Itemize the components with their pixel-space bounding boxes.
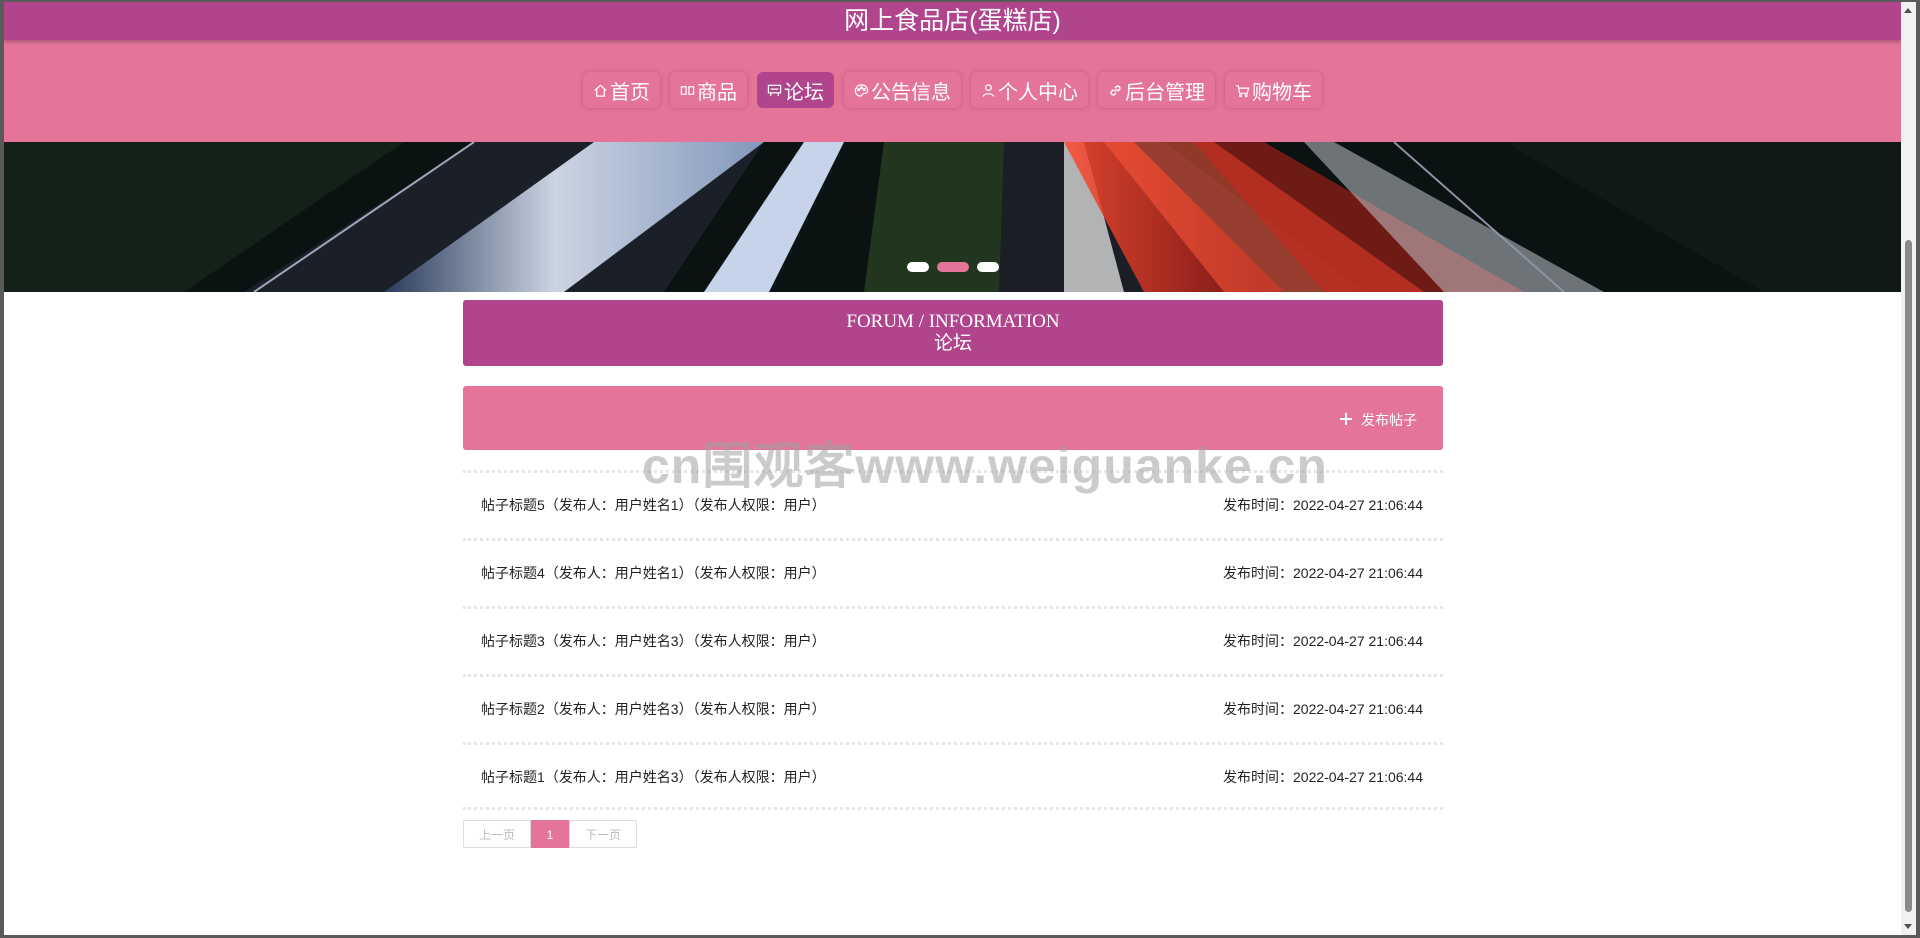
post-time: 发布时间：2022-04-27 21:06:44 (1223, 497, 1423, 513)
site-title: 网上食品店(蛋糕店) (4, 2, 1901, 40)
goods-icon (680, 83, 695, 98)
nav-item-label: 论坛 (784, 81, 824, 104)
scroll-up-icon[interactable] (1904, 8, 1912, 13)
new-post-label: 发布帖子 (1361, 412, 1417, 428)
post-time: 发布时间：2022-04-27 21:06:44 (1223, 769, 1423, 785)
nav-item-home[interactable]: 首页 (583, 72, 660, 108)
pagination: 上一页 1 下一页 (463, 820, 1443, 848)
nav-item-label: 首页 (610, 81, 650, 104)
link-icon (1108, 83, 1123, 98)
carousel-indicators (4, 262, 1901, 272)
post-title[interactable]: 帖子标题2（发布人：用户姓名3）（发布人权限：用户） (481, 699, 826, 719)
post-row[interactable]: 帖子标题1（发布人：用户姓名3）（发布人权限：用户） 发布时间：2022-04-… (463, 742, 1443, 810)
nav-band: 首页 商品 论坛 公告信息 个人中心 后台管理 购物车 (4, 40, 1901, 142)
plus-icon (1339, 412, 1353, 429)
nav-item-admin[interactable]: 后台管理 (1098, 72, 1215, 108)
cart-icon (1235, 83, 1250, 98)
page-number-button[interactable]: 1 (531, 820, 569, 848)
nav-item-forum[interactable]: 论坛 (757, 72, 834, 108)
post-title[interactable]: 帖子标题3（发布人：用户姓名3）（发布人权限：用户） (481, 631, 826, 651)
banner-carousel[interactable] (4, 142, 1901, 292)
carousel-dot-active[interactable] (936, 262, 969, 272)
nav-item-goods[interactable]: 商品 (670, 72, 747, 108)
section-title-cn: 论坛 (933, 333, 972, 354)
nav-item-cart[interactable]: 购物车 (1225, 72, 1322, 108)
section-title-en: FORUM / INFORMATION (846, 311, 1060, 332)
scroll-down-icon[interactable] (1904, 924, 1912, 929)
nav-item-label: 商品 (697, 81, 737, 104)
nav-item-label: 后台管理 (1125, 81, 1205, 104)
watermark: cn围观客www.weiguanke.cn (642, 438, 1328, 494)
carousel-dot[interactable] (976, 262, 999, 272)
post-row[interactable]: 帖子标题3（发布人：用户姓名3）（发布人权限：用户） 发布时间：2022-04-… (463, 606, 1443, 671)
carousel-dot[interactable] (906, 262, 929, 272)
nav-item-announcements[interactable]: 公告信息 (844, 72, 961, 108)
nav-item-profile[interactable]: 个人中心 (971, 72, 1088, 108)
user-icon (981, 83, 996, 98)
post-time: 发布时间：2022-04-27 21:06:44 (1223, 633, 1423, 649)
scroll-thumb[interactable] (1905, 240, 1912, 912)
section-header: FORUM / INFORMATION 论坛 (463, 300, 1443, 366)
nav-item-label: 个人中心 (998, 81, 1078, 104)
post-time: 发布时间：2022-04-27 21:06:44 (1223, 565, 1423, 581)
main-nav: 首页 商品 论坛 公告信息 个人中心 后台管理 购物车 (4, 72, 1901, 108)
post-row[interactable]: 帖子标题2（发布人：用户姓名3）（发布人权限：用户） 发布时间：2022-04-… (463, 674, 1443, 739)
post-title[interactable]: 帖子标题5（发布人：用户姓名1）（发布人权限：用户） (481, 495, 826, 515)
post-row[interactable]: 帖子标题4（发布人：用户姓名1）（发布人权限：用户） 发布时间：2022-04-… (463, 538, 1443, 603)
post-list: 帖子标题5（发布人：用户姓名1）（发布人权限：用户） 发布时间：2022-04-… (463, 470, 1443, 810)
palette-icon (854, 83, 869, 98)
post-title[interactable]: 帖子标题4（发布人：用户姓名1）（发布人权限：用户） (481, 563, 826, 583)
home-icon (593, 83, 608, 98)
nav-item-label: 购物车 (1252, 81, 1312, 104)
prev-page-button[interactable]: 上一页 (463, 820, 531, 848)
post-time: 发布时间：2022-04-27 21:06:44 (1223, 701, 1423, 717)
new-post-button[interactable]: 发布帖子 (1339, 410, 1417, 430)
vertical-scrollbar[interactable] (1901, 2, 1916, 935)
forum-content: FORUM / INFORMATION 论坛 发布帖子 帖子标题5（发布人：用户… (463, 300, 1443, 848)
post-title[interactable]: 帖子标题1（发布人：用户姓名3）（发布人权限：用户） (481, 767, 826, 787)
browser-viewport: 网上食品店(蛋糕店) 首页 商品 论坛 公告信息 个人中心 后台管理 购物车 F… (4, 2, 1901, 935)
nav-item-label: 公告信息 (871, 81, 951, 104)
forum-icon (767, 83, 782, 98)
next-page-button[interactable]: 下一页 (569, 820, 637, 848)
